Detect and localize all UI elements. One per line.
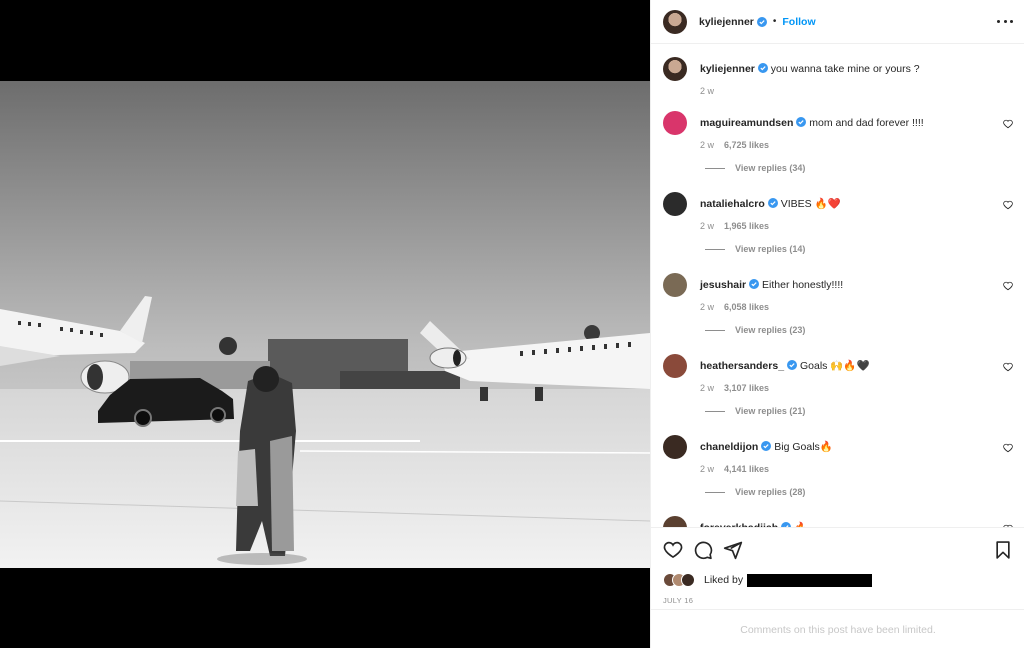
comment-avatar[interactable] bbox=[663, 435, 687, 459]
comment-username[interactable]: heathersanders_ bbox=[700, 360, 784, 372]
comment-likes[interactable]: 1,965 likes bbox=[724, 221, 769, 231]
like-comment-heart-icon[interactable] bbox=[1003, 200, 1013, 210]
verified-icon bbox=[796, 117, 807, 127]
comment-text: Goals 🙌🔥🖤 bbox=[799, 360, 870, 372]
comment-avatar[interactable] bbox=[663, 354, 687, 378]
comment-likes[interactable]: 6,058 likes bbox=[724, 302, 769, 312]
comment-time[interactable]: 2 w bbox=[700, 302, 714, 312]
comment-avatar[interactable] bbox=[663, 516, 687, 527]
comment-text: mom and dad forever !!!! bbox=[809, 117, 924, 129]
view-replies-button[interactable]: View replies (23) bbox=[705, 325, 805, 335]
post-modal: kyliejenner • Follow kyliejenner you wan… bbox=[0, 0, 1024, 648]
verified-icon bbox=[756, 16, 767, 27]
share-send-icon[interactable] bbox=[723, 540, 743, 560]
like-comment-heart-icon[interactable] bbox=[1003, 443, 1013, 453]
caption-avatar[interactable] bbox=[663, 57, 687, 81]
like-heart-icon[interactable] bbox=[663, 540, 683, 560]
like-comment-heart-icon[interactable] bbox=[1003, 281, 1013, 291]
post-header: kyliejenner • Follow bbox=[651, 0, 1024, 44]
verified-icon bbox=[767, 198, 778, 208]
save-bookmark-icon[interactable] bbox=[993, 540, 1013, 560]
header-separator: • bbox=[772, 16, 777, 27]
comment-username[interactable]: chaneldijon bbox=[700, 441, 758, 453]
post-actions: Liked by JULY 16 Comments on this post h… bbox=[651, 527, 1024, 648]
comment-time[interactable]: 2 w bbox=[700, 464, 714, 474]
more-options-icon[interactable] bbox=[997, 14, 1013, 28]
comment-username[interactable]: nataliehalcro bbox=[700, 198, 765, 210]
view-replies-label: View replies (34) bbox=[735, 163, 806, 173]
liked-by: Liked by bbox=[663, 573, 873, 587]
view-replies-button[interactable]: View replies (14) bbox=[705, 244, 805, 254]
post-photo[interactable] bbox=[0, 81, 650, 568]
comment-likes[interactable]: 4,141 likes bbox=[724, 464, 769, 474]
comment-time[interactable]: 2 w bbox=[700, 140, 714, 150]
comment-username[interactable]: jesushair bbox=[700, 279, 746, 291]
like-comment-heart-icon[interactable] bbox=[1003, 362, 1013, 372]
comment-text: Big Goals🔥 bbox=[774, 441, 833, 453]
comment-username[interactable]: maguireamundsen bbox=[700, 117, 793, 129]
view-replies-label: View replies (21) bbox=[735, 406, 806, 416]
post-media[interactable] bbox=[0, 0, 650, 648]
caption-time[interactable]: 2 w bbox=[700, 86, 714, 96]
verified-icon bbox=[757, 63, 768, 73]
comments-limited-notice: Comments on this post have been limited. bbox=[651, 609, 1024, 648]
view-replies-button[interactable]: View replies (34) bbox=[705, 163, 805, 173]
view-replies-label: View replies (14) bbox=[735, 244, 806, 254]
view-replies-label: View replies (23) bbox=[735, 325, 806, 335]
view-replies-label: View replies (28) bbox=[735, 487, 806, 497]
comment-avatar[interactable] bbox=[663, 273, 687, 297]
caption-username[interactable]: kyliejenner bbox=[700, 63, 755, 75]
verified-icon bbox=[749, 279, 760, 289]
comment-time[interactable]: 2 w bbox=[700, 383, 714, 393]
liker-avatar[interactable] bbox=[681, 573, 695, 587]
author-avatar[interactable] bbox=[663, 9, 687, 34]
verified-icon bbox=[761, 441, 772, 451]
follow-button[interactable]: Follow bbox=[782, 16, 815, 28]
comment-likes[interactable]: 3,107 likes bbox=[724, 383, 769, 393]
verified-icon bbox=[787, 360, 798, 370]
comment-icon[interactable] bbox=[693, 540, 713, 560]
comments-list[interactable]: kyliejenner you wanna take mine or yours… bbox=[651, 45, 1024, 527]
redacted-username bbox=[747, 573, 873, 587]
view-replies-button[interactable]: View replies (28) bbox=[705, 487, 805, 497]
comment-text: VIBES 🔥❤️ bbox=[780, 198, 841, 210]
author-username[interactable]: kyliejenner bbox=[699, 16, 754, 28]
liked-by-label: Liked by bbox=[704, 574, 744, 586]
post-date[interactable]: JULY 16 bbox=[663, 596, 693, 605]
comment-text: Either honestly!!!! bbox=[762, 279, 844, 291]
caption-text: you wanna take mine or yours ? bbox=[770, 63, 920, 75]
post-sidebar: kyliejenner • Follow kyliejenner you wan… bbox=[650, 0, 1024, 648]
view-replies-button[interactable]: View replies (21) bbox=[705, 406, 805, 416]
comment-avatar[interactable] bbox=[663, 192, 687, 216]
comment-avatar[interactable] bbox=[663, 111, 687, 135]
comment-time[interactable]: 2 w bbox=[700, 221, 714, 231]
like-comment-heart-icon[interactable] bbox=[1003, 119, 1013, 129]
comment-likes[interactable]: 6,725 likes bbox=[724, 140, 769, 150]
